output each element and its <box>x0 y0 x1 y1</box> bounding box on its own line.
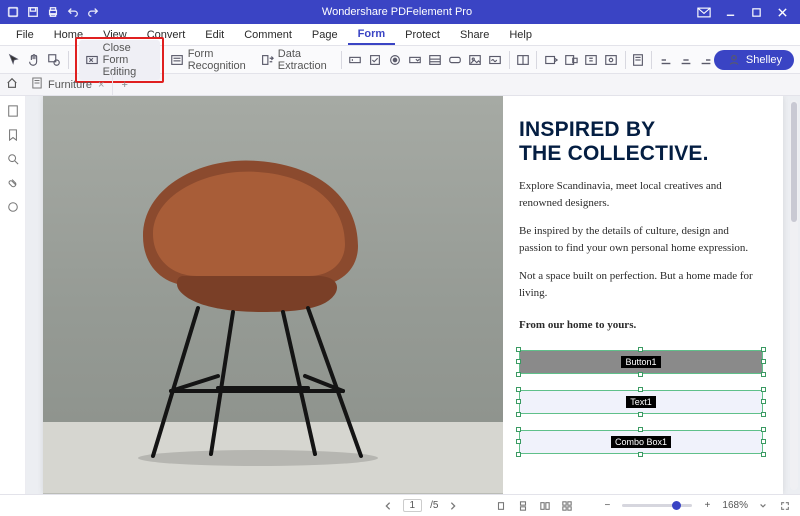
paragraph-3: Not a space built on perfection. But a h… <box>519 268 763 301</box>
vertical-scrollbar[interactable] <box>790 100 798 490</box>
more-fields-icon[interactable] <box>516 52 530 68</box>
document-image-area <box>43 96 503 494</box>
view-single-icon[interactable] <box>494 499 508 513</box>
left-rail <box>0 96 26 494</box>
menu-comment[interactable]: Comment <box>234 24 302 45</box>
maximize-icon[interactable] <box>746 4 766 20</box>
menu-form[interactable]: Form <box>348 24 396 45</box>
menu-protect[interactable]: Protect <box>395 24 450 45</box>
zoom-in-icon[interactable]: + <box>700 499 714 513</box>
zoom-slider[interactable] <box>622 504 692 507</box>
image-field-icon[interactable] <box>467 52 483 68</box>
form-field-text[interactable]: Text1 <box>519 390 763 414</box>
align-center-icon[interactable] <box>678 52 694 68</box>
form-field-combo[interactable]: Combo Box1 <box>519 430 763 454</box>
thumbnails-icon[interactable] <box>6 104 20 118</box>
page-number[interactable]: 1 <box>403 499 423 512</box>
title-bar: Wondershare PDFelement Pro <box>0 0 800 24</box>
data-extraction-button[interactable]: Data Extraction <box>254 46 335 74</box>
view-continuous-icon[interactable] <box>516 499 530 513</box>
minimize-icon[interactable] <box>720 4 740 20</box>
document-canvas[interactable]: INSPIRED BY THE COLLECTIVE. Explore Scan… <box>26 96 800 494</box>
bookmarks-icon[interactable] <box>6 128 20 142</box>
page-count: /5 <box>430 500 438 511</box>
form-tool-1-icon[interactable] <box>543 52 559 68</box>
select-arrow-icon[interactable] <box>6 52 22 68</box>
form-tool-4-icon[interactable] <box>603 52 619 68</box>
menu-file[interactable]: File <box>6 24 44 45</box>
checkbox-icon[interactable] <box>367 52 383 68</box>
paragraph-2: Be inspired by the details of culture, d… <box>519 223 763 256</box>
new-tab-button[interactable]: + <box>113 79 135 91</box>
text-field-icon[interactable] <box>347 52 363 68</box>
view-facing-cont-icon[interactable] <box>560 499 574 513</box>
close-icon[interactable] <box>772 4 792 20</box>
tab-home-icon[interactable] <box>0 77 24 92</box>
user-icon <box>726 52 742 68</box>
document-text-area: INSPIRED BY THE COLLECTIVE. Explore Scan… <box>503 96 783 494</box>
properties-icon[interactable] <box>631 52 645 68</box>
zoom-dropdown-icon[interactable] <box>756 499 770 513</box>
button-field-icon[interactable] <box>447 52 463 68</box>
ribbon: Close Form Editing Form Recognition Data… <box>0 46 800 74</box>
document-page: INSPIRED BY THE COLLECTIVE. Explore Scan… <box>43 96 783 494</box>
page-prev-icon[interactable] <box>381 499 395 513</box>
signature-field-icon[interactable] <box>487 52 503 68</box>
page-next-icon[interactable] <box>446 499 460 513</box>
edit-object-icon[interactable] <box>46 52 62 68</box>
status-bar: 1 /5 − + 168% <box>0 494 800 516</box>
align-right-icon[interactable] <box>698 52 714 68</box>
document-tab[interactable]: Furniture × <box>24 74 113 95</box>
document-tab-label: Furniture <box>48 79 92 91</box>
comments-icon[interactable] <box>6 200 20 214</box>
form-recognition-icon <box>170 52 184 68</box>
form-recognition-label: Form Recognition <box>188 48 248 72</box>
user-account-button[interactable]: Shelley <box>714 50 794 70</box>
app-title: Wondershare PDFelement Pro <box>100 6 694 18</box>
undo-icon[interactable] <box>66 5 80 19</box>
data-extraction-label: Data Extraction <box>278 48 329 72</box>
form-tool-3-icon[interactable] <box>583 52 599 68</box>
save-icon[interactable] <box>26 5 40 19</box>
heading-line-1: INSPIRED BY <box>519 118 763 142</box>
zoom-out-icon[interactable]: − <box>600 499 614 513</box>
user-name-label: Shelley <box>746 54 782 66</box>
redo-icon[interactable] <box>86 5 100 19</box>
mail-icon[interactable] <box>694 4 714 20</box>
print-icon[interactable] <box>46 5 60 19</box>
form-field-text-label: Text1 <box>626 396 656 408</box>
combobox-icon[interactable] <box>407 52 423 68</box>
zoom-value: 168% <box>722 500 748 511</box>
align-left-icon[interactable] <box>658 52 674 68</box>
paragraph-1: Explore Scandinavia, meet local creative… <box>519 178 763 211</box>
form-field-button-label: Button1 <box>621 356 660 368</box>
work-area: INSPIRED BY THE COLLECTIVE. Explore Scan… <box>0 96 800 494</box>
hand-icon[interactable] <box>26 52 42 68</box>
document-tab-close-icon[interactable]: × <box>98 79 104 91</box>
view-facing-icon[interactable] <box>538 499 552 513</box>
radio-icon[interactable] <box>387 52 403 68</box>
menu-share[interactable]: Share <box>450 24 499 45</box>
data-extraction-icon <box>260 52 274 68</box>
attachments-icon[interactable] <box>6 176 20 190</box>
form-tool-2-icon[interactable] <box>563 52 579 68</box>
document-tab-icon <box>32 77 42 92</box>
listbox-icon[interactable] <box>427 52 443 68</box>
stool-illustration <box>83 126 403 466</box>
menu-edit[interactable]: Edit <box>195 24 234 45</box>
heading-line-2: THE COLLECTIVE. <box>519 142 763 166</box>
close-form-editing-label: Close Form Editing <box>103 42 154 78</box>
form-field-combo-label: Combo Box1 <box>611 436 671 448</box>
search-icon[interactable] <box>6 152 20 166</box>
menu-help[interactable]: Help <box>499 24 542 45</box>
close-form-icon <box>85 52 99 68</box>
app-logo-icon <box>6 5 20 19</box>
menu-page[interactable]: Page <box>302 24 348 45</box>
form-field-button[interactable]: Button1 <box>519 350 763 374</box>
paragraph-4: From our home to yours. <box>519 317 763 334</box>
fullscreen-icon[interactable] <box>778 499 792 513</box>
form-recognition-button[interactable]: Form Recognition <box>164 46 254 74</box>
